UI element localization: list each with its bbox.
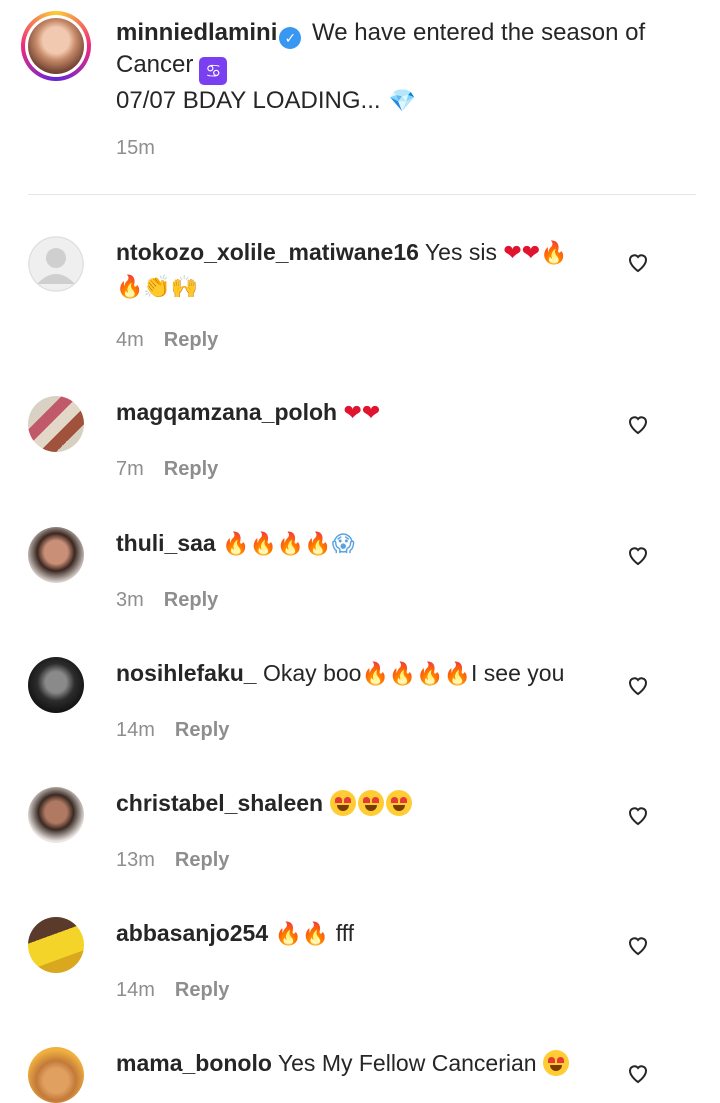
fire-emoji-icon: 🔥🔥🔥🔥: [222, 532, 332, 557]
verified-badge-icon: ✓: [279, 27, 302, 49]
like-heart-icon[interactable]: [626, 673, 650, 697]
comment-time: 3m: [116, 589, 144, 611]
comment-meta: 3m Reply: [116, 589, 218, 612]
comment-meta: 14m Reply: [116, 979, 229, 1002]
heart-eyes-emoji-icon: [329, 790, 356, 816]
reply-button[interactable]: Reply: [164, 458, 218, 480]
comment-meta: 7m Reply: [116, 458, 218, 481]
heart-eyes-emoji-icon: [357, 790, 384, 816]
comment-body: fff: [335, 920, 355, 946]
comment-username[interactable]: magqamzana_poloh: [116, 399, 337, 425]
heart-eyes-emoji-icon: [542, 1050, 569, 1076]
comment-body-end: I see you: [471, 660, 565, 686]
comment-text: abbasanjo254 🔥🔥 fff: [116, 917, 596, 951]
fire-emoji-icon: 🔥🔥🔥🔥: [361, 662, 472, 687]
like-heart-icon[interactable]: [626, 543, 650, 567]
reply-button[interactable]: Reply: [175, 979, 229, 1001]
caption-line2: 07/07 BDAY LOADING...: [116, 87, 381, 114]
fire-emoji-icon: 🔥🔥: [274, 922, 330, 947]
reply-button[interactable]: Reply: [164, 329, 218, 351]
clap-emoji-icon: 👏🙌: [143, 275, 199, 300]
heart-eyes-emoji-icon: [385, 790, 412, 816]
comment-username[interactable]: mama_bonolo: [116, 1050, 272, 1076]
comment-meta: 4m Reply: [116, 329, 218, 352]
comment-username[interactable]: christabel_shaleen: [116, 790, 323, 816]
comment-username[interactable]: ntokozo_xolile_matiwane16: [116, 239, 419, 265]
caption-text: minniedlamini ✓ We have entered the seaso…: [116, 17, 676, 117]
comment-username[interactable]: nosihlefaku_: [116, 660, 257, 686]
comment-username[interactable]: abbasanjo254: [116, 920, 268, 946]
comment-text: christabel_shaleen: [116, 787, 596, 819]
comment-body: Yes sis: [424, 239, 497, 265]
comment-meta: 13m Reply: [116, 849, 229, 872]
heart-emoji-icon: ❤❤: [503, 241, 541, 266]
like-heart-icon[interactable]: [626, 1061, 650, 1085]
comment-text: nosihlefaku_ Okay boo🔥🔥🔥🔥I see you: [116, 657, 596, 691]
avatar[interactable]: [28, 657, 84, 713]
comment-text: thuli_saa 🔥🔥🔥🔥😱: [116, 527, 596, 561]
comment-body: Okay boo: [263, 660, 362, 686]
like-heart-icon[interactable]: [626, 803, 650, 827]
comment-time: 14m: [116, 979, 155, 1001]
comment-text: ntokozo_xolile_matiwane16 Yes sis ❤❤🔥 🔥👏…: [116, 236, 596, 304]
post-caption: minniedlamini ✓ We have entered the seaso…: [0, 0, 720, 195]
comment-time: 7m: [116, 458, 144, 480]
heart-emoji-icon: ❤❤: [343, 401, 381, 426]
avatar[interactable]: [28, 1047, 84, 1103]
fire-emoji-icon: 🔥: [116, 275, 144, 300]
reply-button[interactable]: Reply: [175, 719, 229, 741]
author-username[interactable]: minniedlamini: [116, 19, 277, 46]
comment-meta: 14m Reply: [116, 719, 229, 742]
avatar[interactable]: [28, 787, 84, 843]
avatar[interactable]: [28, 396, 84, 452]
comment-time: 4m: [116, 329, 144, 351]
scream-emoji-icon: 😱: [331, 532, 355, 557]
comment-time: 13m: [116, 849, 155, 871]
reply-button[interactable]: Reply: [164, 589, 218, 611]
author-avatar[interactable]: [21, 11, 91, 81]
avatar[interactable]: [28, 917, 84, 973]
comment-body: Yes My Fellow Cancerian: [277, 1050, 537, 1076]
divider: [28, 194, 696, 195]
comment-text: mama_bonolo Yes My Fellow Cancerian: [116, 1047, 596, 1079]
avatar[interactable]: [28, 527, 84, 583]
comment-time: 14m: [116, 719, 155, 741]
caption-time: 15m: [116, 137, 155, 159]
like-heart-icon[interactable]: [626, 412, 650, 436]
avatar[interactable]: [28, 236, 84, 292]
cancer-zodiac-icon: ♋: [199, 57, 228, 85]
like-heart-icon[interactable]: [626, 933, 650, 957]
comment-text: magqamzana_poloh ❤❤: [116, 396, 596, 430]
comment-username[interactable]: thuli_saa: [116, 530, 216, 556]
fire-emoji-icon: 🔥: [540, 241, 568, 266]
gem-icon: 💎: [388, 88, 416, 113]
like-heart-icon[interactable]: [626, 250, 650, 274]
reply-button[interactable]: Reply: [175, 849, 229, 871]
